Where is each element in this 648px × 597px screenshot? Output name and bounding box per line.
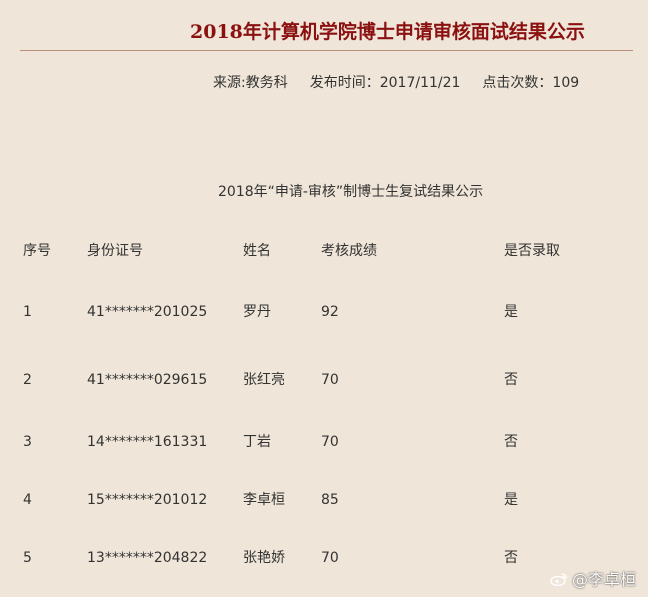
table-cell-id: 41*******029615: [87, 372, 208, 388]
table-cell-name: 张艳娇: [243, 550, 285, 566]
table-cell-name: 丁岩: [243, 434, 271, 450]
table-cell-index: 4: [23, 492, 32, 508]
column-header-index: 序号: [23, 243, 51, 259]
table-cell-index: 5: [23, 550, 32, 566]
table-cell-name: 罗丹: [243, 304, 271, 320]
table-cell-id: 13*******204822: [87, 550, 208, 566]
table-cell-admitted: 是: [504, 304, 518, 320]
table-cell-score: 70: [321, 550, 339, 566]
table-cell-id: 14*******161331: [87, 434, 208, 450]
weibo-logo-icon: [550, 573, 568, 586]
column-header-name: 姓名: [243, 243, 271, 259]
table-cell-admitted: 否: [504, 550, 518, 566]
table-cell-admitted: 否: [504, 434, 518, 450]
table-cell-score: 70: [321, 372, 339, 388]
table-cell-score: 92: [321, 304, 339, 320]
table-cell-admitted: 是: [504, 492, 518, 508]
table-cell-score: 70: [321, 434, 339, 450]
table-cell-index: 3: [23, 434, 32, 450]
meta-published: 发布时间：2017/11/21: [309, 75, 461, 91]
table-cell-name: 李卓桓: [243, 492, 285, 508]
column-header-id: 身份证号: [87, 243, 143, 259]
table-cell-score: 85: [321, 492, 339, 508]
meta-clicks: 点击次数：109: [482, 75, 580, 91]
title-divider: [20, 50, 633, 51]
table-cell-index: 1: [23, 304, 32, 320]
table-cell-id: 15*******201012: [87, 492, 208, 508]
table-cell-id: 41*******201025: [87, 304, 208, 320]
column-header-score: 考核成绩: [321, 243, 377, 259]
watermark-text: @李卓桓: [571, 570, 636, 589]
page-title: 2018年计算机学院博士申请审核面试结果公示: [190, 21, 585, 43]
weibo-watermark: @李卓桓: [550, 569, 636, 591]
meta-source: 来源:教务科: [213, 75, 288, 91]
column-header-admitted: 是否录取: [504, 243, 560, 259]
table-cell-name: 张红亮: [243, 372, 285, 388]
table-cell-index: 2: [23, 372, 32, 388]
article-meta: 来源:教务科 发布时间：2017/11/21 点击次数：109: [213, 73, 579, 93]
table-caption: 2018年“申请-审核”制博士生复试结果公示: [218, 184, 484, 200]
table-cell-admitted: 否: [504, 372, 518, 388]
